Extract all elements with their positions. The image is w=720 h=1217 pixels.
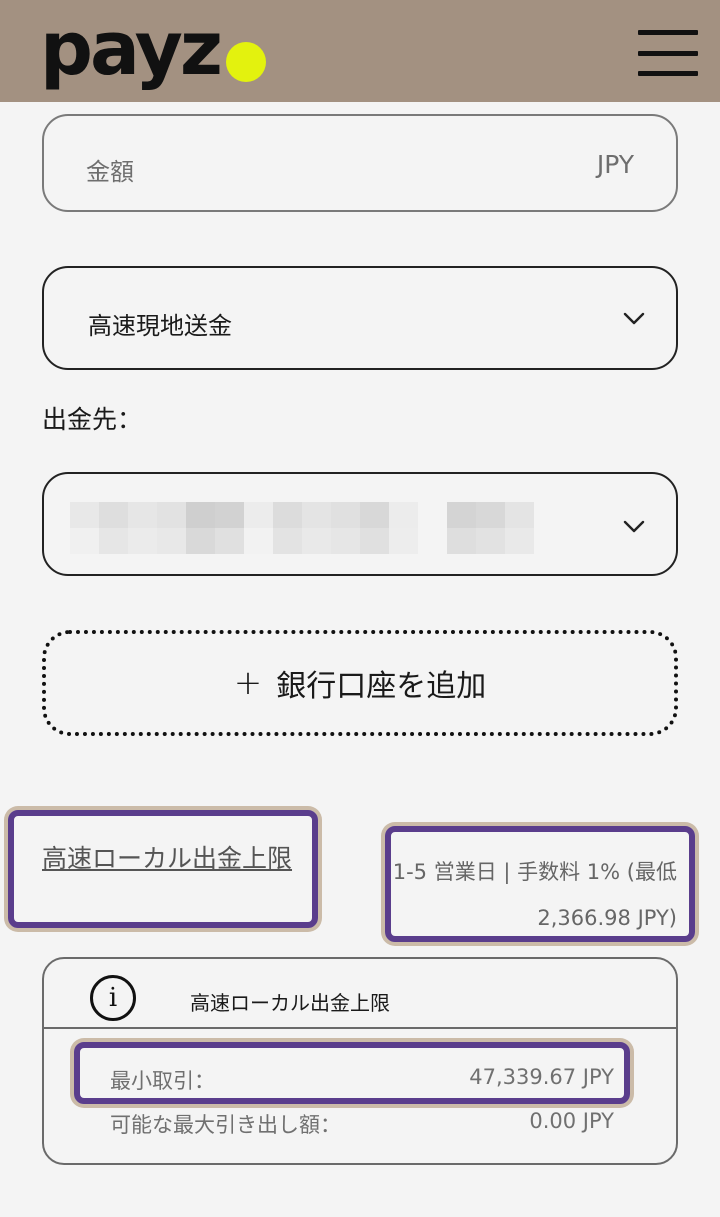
chevron-down-icon	[622, 306, 646, 330]
fee-text-line1: 1-5 営業日 | 手数料 1% (最低	[392, 860, 677, 884]
add-bank-account-button[interactable]: + 銀行口座を追加	[42, 630, 678, 736]
withdrawal-method-value: 高速現地送金	[88, 312, 232, 340]
info-icon: i	[90, 975, 136, 1021]
amount-input[interactable]: 金額 JPY	[42, 114, 678, 212]
destination-account-select[interactable]	[42, 472, 678, 576]
logo-dot	[226, 42, 266, 82]
limits-panel-header: i 高速ローカル出金上限	[44, 959, 676, 1029]
limits-panel-title: 高速ローカル出金上限	[190, 991, 390, 1015]
fee-text-line2: 2,366.98 JPY)	[537, 906, 677, 930]
redacted-account-name	[70, 502, 563, 554]
top-bar: payz	[0, 0, 720, 102]
amount-currency: JPY	[596, 150, 634, 179]
destination-label: 出金先：	[42, 405, 143, 434]
withdrawal-method-select[interactable]: 高速現地送金	[42, 266, 678, 370]
max-withdrawal-label: 可能な最大引き出し額：	[110, 1113, 341, 1137]
amount-placeholder: 金額	[86, 158, 134, 186]
add-bank-account-label: 銀行口座を追加	[276, 669, 487, 704]
fee-info-highlight: 1-5 営業日 | 手数料 1% (最低 2,366.98 JPY)	[385, 826, 695, 942]
logo-text: payz	[40, 6, 223, 92]
payz-logo[interactable]: payz	[40, 12, 266, 86]
fast-local-limit-link[interactable]: 高速ローカル出金上限	[42, 842, 312, 876]
min-transaction-highlight	[74, 1042, 630, 1104]
chevron-down-icon	[622, 514, 646, 538]
max-withdrawal-value: 0.00 JPY	[529, 1109, 614, 1133]
hamburger-menu-icon[interactable]	[638, 30, 698, 76]
fast-local-limit-highlight: 高速ローカル出金上限	[8, 810, 318, 928]
plus-icon: +	[233, 663, 263, 703]
